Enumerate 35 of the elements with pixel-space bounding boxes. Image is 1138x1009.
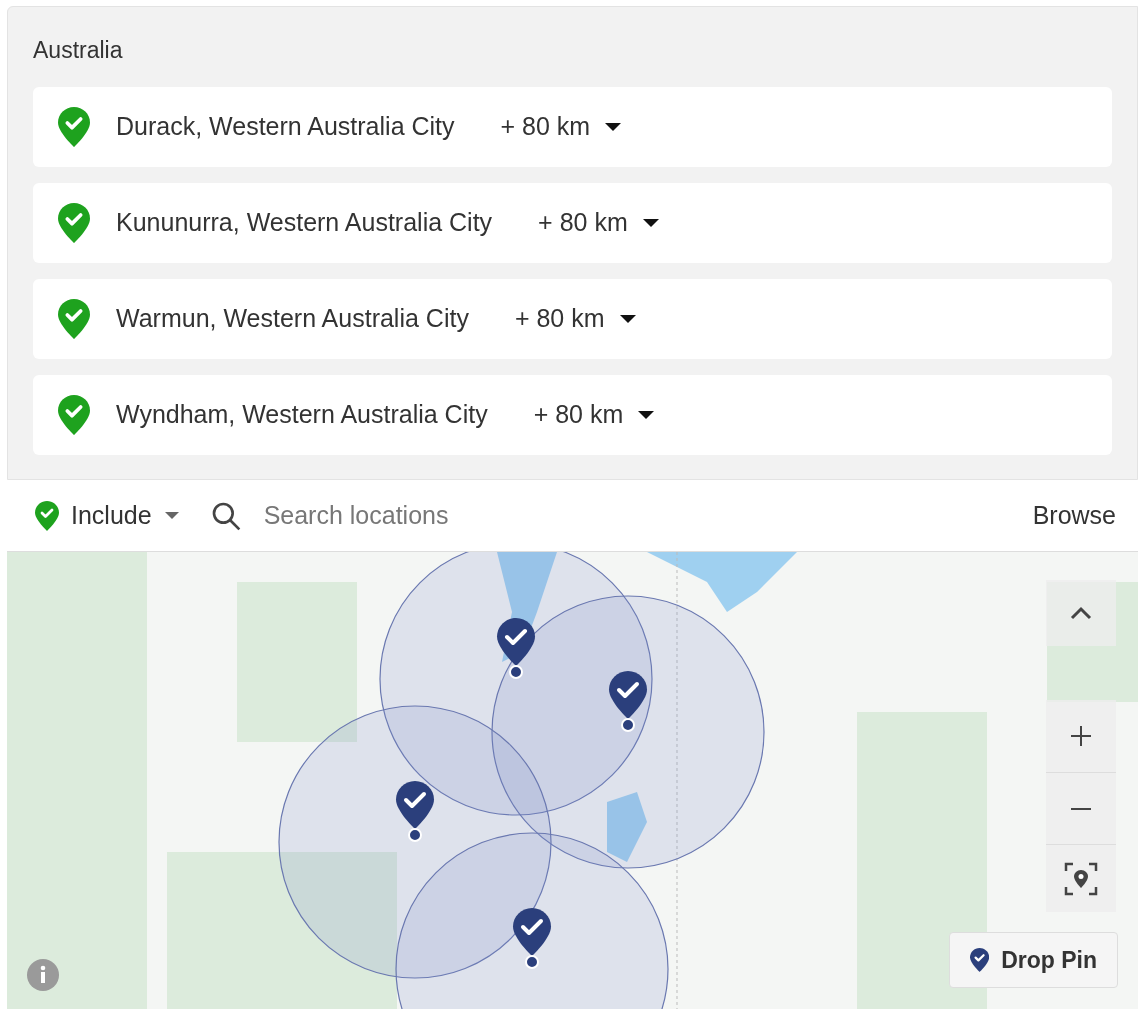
map-pin-icon[interactable] <box>512 907 552 969</box>
search-field[interactable]: Search locations <box>263 496 1033 535</box>
include-dropdown[interactable]: Include <box>35 496 180 535</box>
caret-icon <box>641 218 660 228</box>
location-name: Durack, Western Australia City <box>116 111 455 143</box>
caret-icon <box>637 410 656 420</box>
location-name: Kununurra, Western Australia City <box>116 207 493 239</box>
location-pin-icon <box>58 107 90 147</box>
drop-pin-button[interactable]: Drop Pin <box>948 932 1118 988</box>
info-icon[interactable] <box>27 959 59 991</box>
browse-button[interactable]: Browse <box>1032 496 1116 535</box>
radius-dropdown[interactable]: + 80 km <box>533 396 656 434</box>
chevron-up-icon <box>1070 606 1092 620</box>
caret-icon <box>618 314 637 324</box>
map-pin-icon[interactable] <box>608 670 648 732</box>
lake-drawing <box>607 792 647 862</box>
location-pin-icon <box>58 395 90 435</box>
radius-dropdown[interactable]: + 80 km <box>538 204 660 242</box>
radius-dropdown[interactable]: + 80 km <box>500 108 623 146</box>
radius-dropdown[interactable]: + 80 km <box>514 300 637 338</box>
location-name: Wyndham, Western Australia City <box>116 399 488 431</box>
map-pin-icon[interactable] <box>395 780 435 842</box>
drop-pin-icon <box>969 948 990 972</box>
location-pin-icon <box>58 203 90 243</box>
plus-icon <box>1070 725 1092 747</box>
caret-icon <box>604 122 623 132</box>
include-pin-icon <box>35 500 59 531</box>
location-name: Warmun, Western Australia City <box>116 303 469 335</box>
locate-pin-icon <box>1064 861 1098 896</box>
caret-icon <box>163 511 180 520</box>
map-pin-icon[interactable] <box>496 617 536 679</box>
location-pin-icon <box>58 299 90 339</box>
locate-button[interactable] <box>1046 844 1116 912</box>
minus-icon <box>1070 806 1092 811</box>
region-title: Australia <box>33 36 124 65</box>
